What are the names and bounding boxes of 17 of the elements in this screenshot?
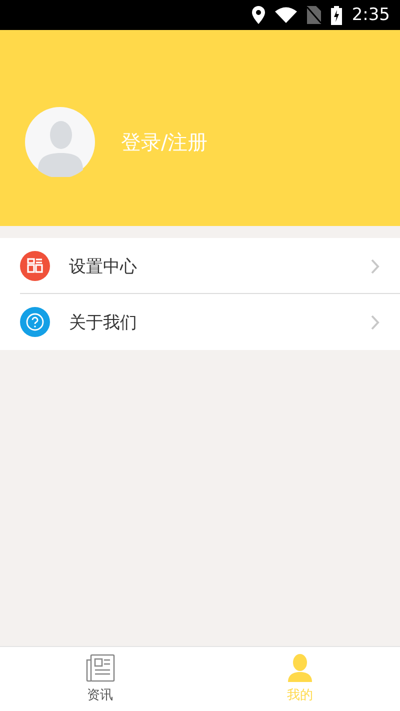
menu-item[interactable]: 关于我们 (0, 294, 400, 350)
newspaper-icon (85, 654, 115, 682)
menu-item[interactable]: 设置中心 (0, 238, 400, 294)
location-icon (252, 6, 265, 24)
menu-item-label: 设置中心 (69, 256, 138, 278)
no-sim-icon (306, 6, 321, 24)
chevron-right-icon (371, 314, 380, 330)
battery-charging-icon (330, 6, 342, 24)
nav-tab[interactable]: 资讯 (0, 647, 200, 711)
menu-item-label: 关于我们 (69, 312, 138, 334)
grid-icon (20, 251, 50, 281)
status-time: 2:35 (352, 5, 390, 25)
wifi-icon (274, 7, 297, 23)
help-icon (20, 307, 50, 337)
avatar-icon (25, 107, 95, 177)
chevron-right-icon (371, 258, 380, 274)
person-icon (287, 654, 313, 682)
